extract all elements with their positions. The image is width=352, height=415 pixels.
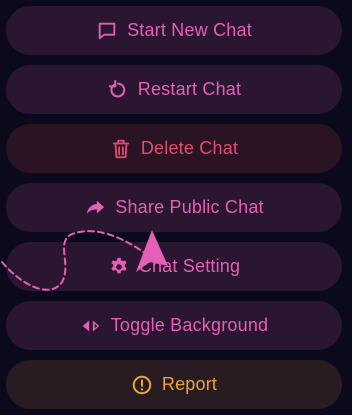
chat-setting-button[interactable]: Chat Setting xyxy=(6,242,342,291)
start-new-chat-button[interactable]: Start New Chat xyxy=(6,6,342,55)
trash-icon xyxy=(110,138,132,160)
toggle-arrows-icon xyxy=(80,315,102,337)
gear-icon xyxy=(108,256,130,278)
toggle-background-label: Toggle Background xyxy=(110,315,269,335)
toggle-background-button[interactable]: Toggle Background xyxy=(6,301,342,350)
report-button[interactable]: Report xyxy=(6,360,342,409)
alert-circle-icon xyxy=(131,374,153,396)
start-new-chat-label: Start New Chat xyxy=(127,20,252,40)
share-public-chat-button[interactable]: Share Public Chat xyxy=(6,183,342,232)
chat-options-menu: Start New Chat Restart Chat Delete Chat xyxy=(6,6,342,409)
restart-icon xyxy=(107,79,129,101)
restart-chat-label: Restart Chat xyxy=(137,79,242,99)
report-label: Report xyxy=(161,374,218,394)
restart-chat-button[interactable]: Restart Chat xyxy=(6,65,342,114)
chat-setting-label: Chat Setting xyxy=(138,256,241,276)
delete-chat-button[interactable]: Delete Chat xyxy=(6,124,342,173)
chat-bubble-icon xyxy=(96,20,118,42)
share-arrow-icon xyxy=(84,197,106,219)
delete-chat-label: Delete Chat xyxy=(140,138,239,158)
share-public-chat-label: Share Public Chat xyxy=(115,197,264,217)
